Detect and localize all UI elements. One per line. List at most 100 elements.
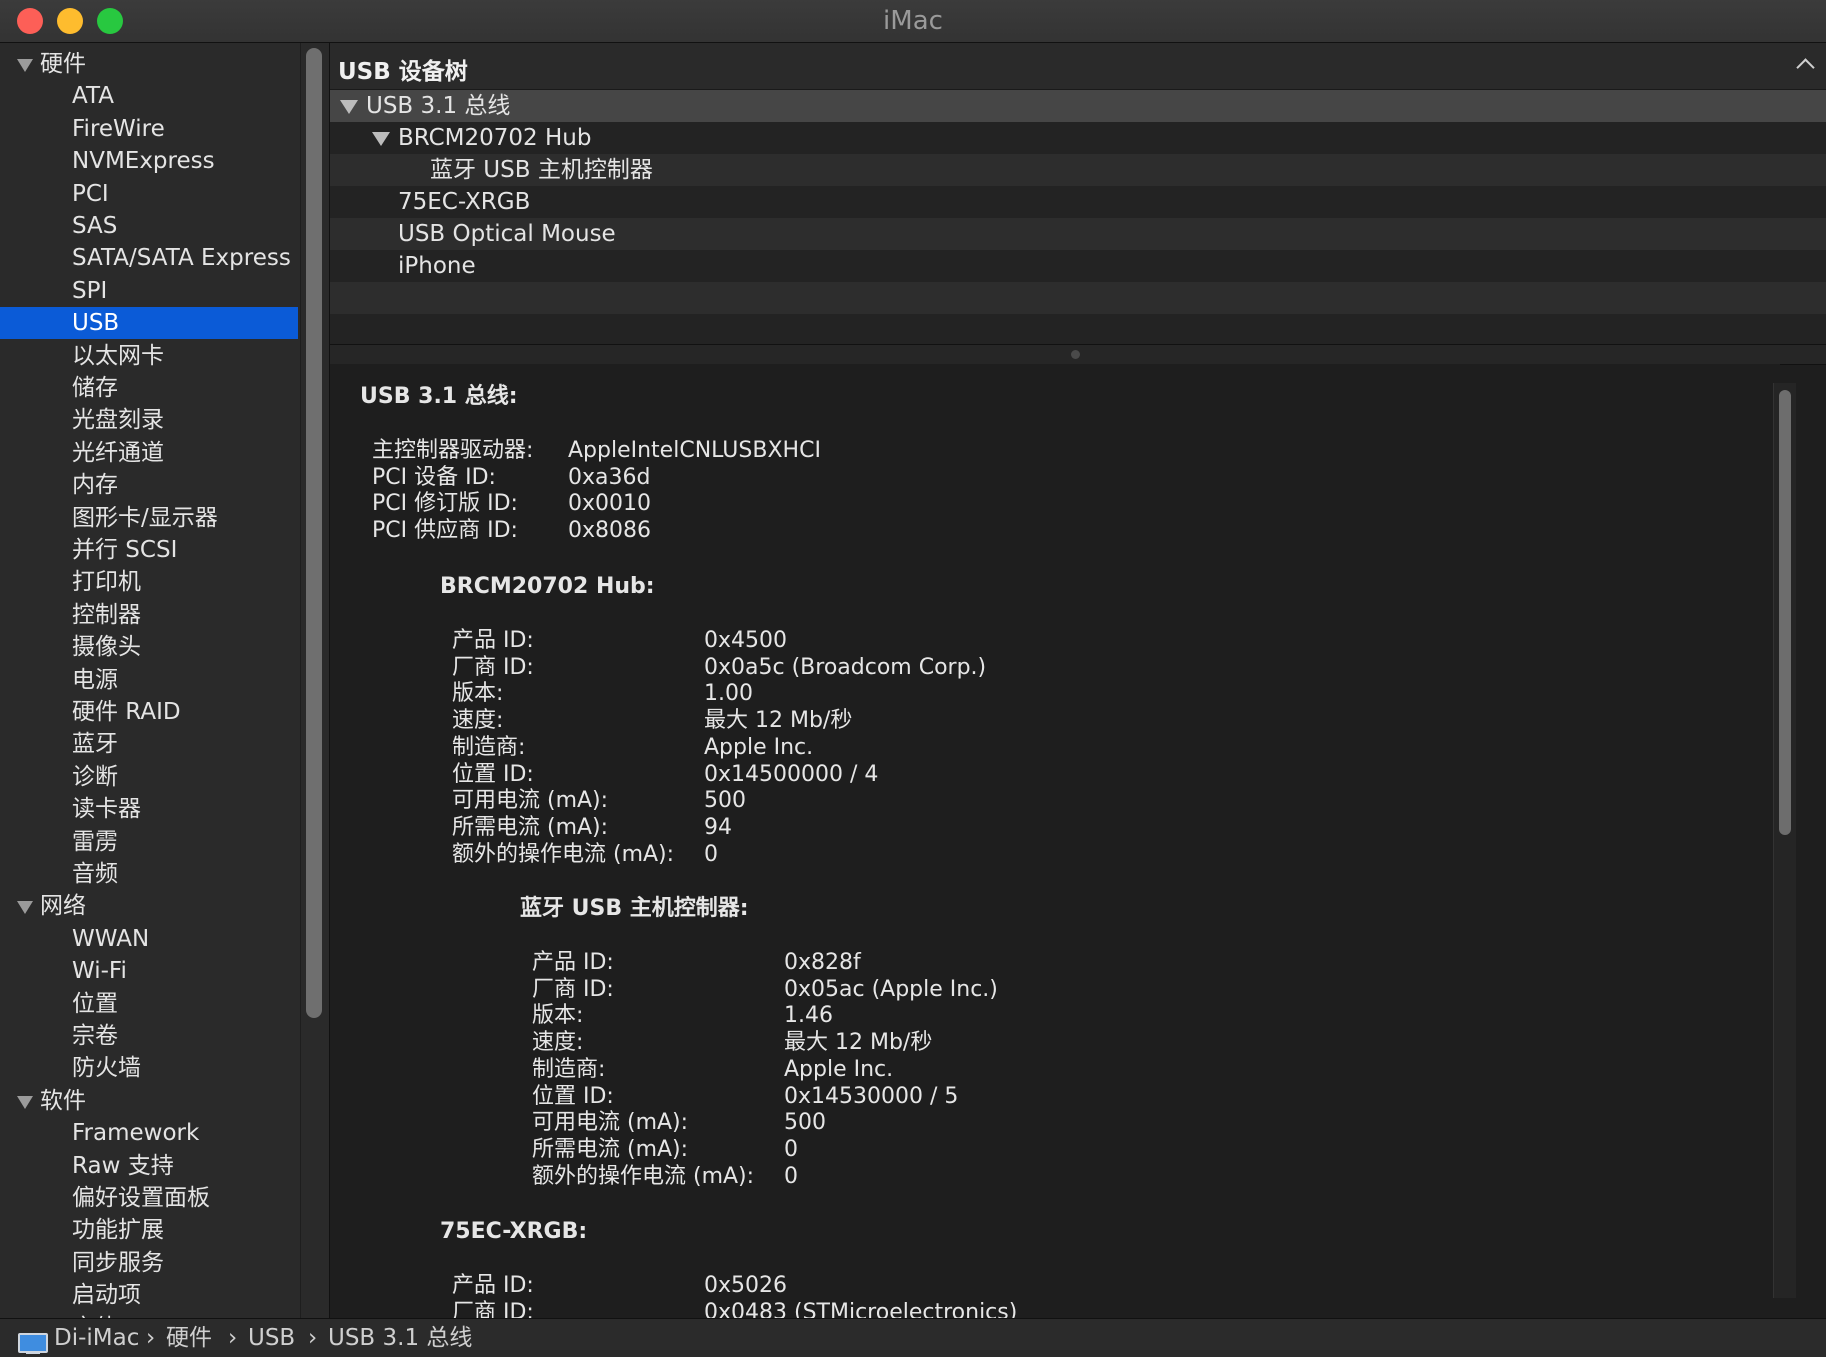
- sidebar-item-item[interactable]: 启动项: [0, 1279, 298, 1311]
- property-value: 94: [704, 814, 732, 840]
- tree-row-label: USB 3.1 总线: [366, 93, 511, 119]
- property-value: 0x0010: [568, 491, 652, 517]
- property-value: 0x4500: [704, 628, 788, 653]
- tree-empty-row: [330, 314, 1826, 346]
- sidebar-item-scsi[interactable]: 并行 SCSI: [0, 534, 298, 566]
- sidebar-item-wi-fi[interactable]: Wi-Fi: [0, 955, 298, 987]
- sidebar-item-pci[interactable]: PCI: [0, 178, 298, 210]
- disclosure-triangle-icon[interactable]: [17, 901, 33, 915]
- property-key: 所需电流 (mA):: [532, 1136, 689, 1162]
- detail-scrollbar-thumb[interactable]: [1779, 390, 1791, 835]
- sidebar-item-item[interactable]: 摄像头: [0, 631, 298, 663]
- sidebar-item-item[interactable]: 储存: [0, 372, 298, 404]
- sidebar-item-sata-sata-express[interactable]: SATA/SATA Express: [0, 242, 298, 274]
- sidebar-item-usb[interactable]: USB: [0, 307, 298, 340]
- tree-row[interactable]: 蓝牙 USB 主机控制器: [330, 154, 1826, 186]
- sidebar-item-wwan[interactable]: WWAN: [0, 923, 298, 955]
- breadcrumb-separator-icon: ›: [308, 1325, 318, 1351]
- tree-empty-row: [330, 282, 1826, 314]
- sidebar-item-item[interactable]: 雷雳: [0, 826, 298, 858]
- breadcrumb-usb[interactable]: USB: [248, 1319, 295, 1357]
- sidebar-item-item[interactable]: 光盘刻录: [0, 404, 298, 436]
- property-value: 最大 12 Mb/秒: [704, 708, 853, 734]
- property-key: PCI 设备 ID:: [372, 464, 496, 490]
- drag-handle-icon[interactable]: [1071, 350, 1080, 359]
- property-key: 版本:: [532, 1003, 584, 1029]
- breadcrumb-usb-3-1[interactable]: USB 3.1 总线: [328, 1319, 472, 1357]
- sidebar-category-network[interactable]: 网络: [0, 890, 298, 922]
- property-key: 厂商 ID:: [452, 1299, 534, 1318]
- property-key: 厂商 ID:: [532, 976, 614, 1002]
- property-key: 产品 ID:: [532, 950, 614, 975]
- property-key: 厂商 ID:: [452, 654, 534, 680]
- breadcrumb-separator-icon: ›: [228, 1325, 238, 1351]
- path-bar: Di-iMac › 硬件 › USB › USB 3.1 总线: [0, 1318, 1826, 1357]
- sidebar-category-hardware[interactable]: 硬件: [0, 48, 298, 80]
- sidebar-item-item[interactable]: 电源: [0, 664, 298, 696]
- sidebar-item-spi[interactable]: SPI: [0, 275, 298, 307]
- sidebar-item-item[interactable]: 光纤通道: [0, 437, 298, 469]
- property-value: Apple Inc.: [784, 1056, 894, 1082]
- property-value: 0x05ac (Apple Inc.): [784, 976, 998, 1002]
- tree-row[interactable]: USB 3.1 总线: [330, 90, 1826, 122]
- property-key: 位置 ID:: [452, 761, 534, 787]
- sidebar-category-software[interactable]: 软件: [0, 1085, 298, 1117]
- tree-row[interactable]: USB Optical Mouse: [330, 218, 1826, 250]
- property-value: Apple Inc.: [704, 734, 814, 760]
- property-key: PCI 修订版 ID:: [372, 491, 518, 517]
- sidebar-item-item[interactable]: 打印机: [0, 566, 298, 598]
- disclosure-triangle-icon[interactable]: [372, 132, 390, 146]
- sidebar-item-raid[interactable]: 硬件 RAID: [0, 696, 298, 728]
- sidebar-item-item[interactable]: 偏好设置面板: [0, 1182, 298, 1214]
- tree-row[interactable]: iPhone: [330, 250, 1826, 282]
- tree-row[interactable]: BRCM20702 Hub: [330, 122, 1826, 154]
- tree-row[interactable]: 75EC-XRGB: [330, 186, 1826, 218]
- property-value: 0x14530000 / 5: [784, 1083, 959, 1109]
- sidebar-item-item[interactable]: 蓝牙: [0, 728, 298, 760]
- tree-row-label: 蓝牙 USB 主机控制器: [430, 157, 653, 183]
- tree-row-label: BRCM20702 Hub: [398, 125, 592, 151]
- property-value: 0: [704, 841, 718, 867]
- property-key: 可用电流 (mA):: [452, 788, 609, 814]
- sidebar-scrollbar-thumb[interactable]: [306, 48, 322, 1018]
- property-value: 0x8086: [568, 518, 652, 544]
- sidebar-item-item[interactable]: 读卡器: [0, 793, 298, 825]
- property-key: 额外的操作电流 (mA):: [452, 841, 675, 867]
- property-key: 主控制器驱动器:: [372, 438, 534, 463]
- property-key: 可用电流 (mA):: [532, 1110, 689, 1136]
- sidebar-item-item[interactable]: 以太网卡: [0, 340, 298, 372]
- property-value: 0: [784, 1163, 798, 1189]
- sidebar-item-item[interactable]: 宗卷: [0, 1020, 298, 1052]
- property-value: AppleIntelCNLUSBXHCI: [568, 438, 821, 463]
- sidebar-item-item[interactable]: 防火墙: [0, 1052, 298, 1084]
- disclosure-triangle-icon[interactable]: [340, 100, 358, 114]
- sidebar-item-item[interactable]: 控制器: [0, 599, 298, 631]
- tree-row-label: USB Optical Mouse: [398, 221, 616, 247]
- window-title: iMac: [883, 6, 943, 36]
- sidebar-item-item[interactable]: 图形卡/显示器: [0, 502, 298, 534]
- sidebar-item-item[interactable]: 同步服务: [0, 1247, 298, 1279]
- sidebar-item-item[interactable]: 诊断: [0, 761, 298, 793]
- sidebar-item-item[interactable]: 音频: [0, 858, 298, 890]
- property-value: 1.46: [784, 1003, 833, 1029]
- sidebar-item-ata[interactable]: ATA: [0, 80, 298, 112]
- chevron-up-icon[interactable]: [1796, 58, 1815, 77]
- sidebar-item-firewire[interactable]: FireWire: [0, 113, 298, 145]
- sidebar-item-item[interactable]: 功能扩展: [0, 1214, 298, 1246]
- sidebar-item-item[interactable]: 内存: [0, 469, 298, 501]
- property-key: 制造商:: [452, 734, 526, 760]
- sidebar-item-raw[interactable]: Raw 支持: [0, 1150, 298, 1182]
- detail-pane: USB 3.1 总线: 主控制器驱动器: AppleIntelCNLUSBXHCI P…: [330, 364, 1780, 1318]
- property-key: 位置 ID:: [532, 1083, 614, 1109]
- imac-icon: [18, 1333, 48, 1353]
- sidebar-item-nvmexpress[interactable]: NVMExpress: [0, 145, 298, 177]
- sidebar-item-sas[interactable]: SAS: [0, 210, 298, 242]
- sidebar-item-item[interactable]: 位置: [0, 988, 298, 1020]
- sidebar-item-framework[interactable]: Framework: [0, 1117, 298, 1149]
- breadcrumb-item[interactable]: 硬件: [166, 1319, 212, 1357]
- breadcrumb-di-imac[interactable]: Di-iMac: [54, 1319, 139, 1357]
- disclosure-triangle-icon[interactable]: [17, 1095, 33, 1109]
- disclosure-triangle-icon[interactable]: [17, 59, 33, 72]
- property-key: PCI 供应商 ID:: [372, 518, 518, 544]
- split-view-handle[interactable]: [330, 344, 1826, 365]
